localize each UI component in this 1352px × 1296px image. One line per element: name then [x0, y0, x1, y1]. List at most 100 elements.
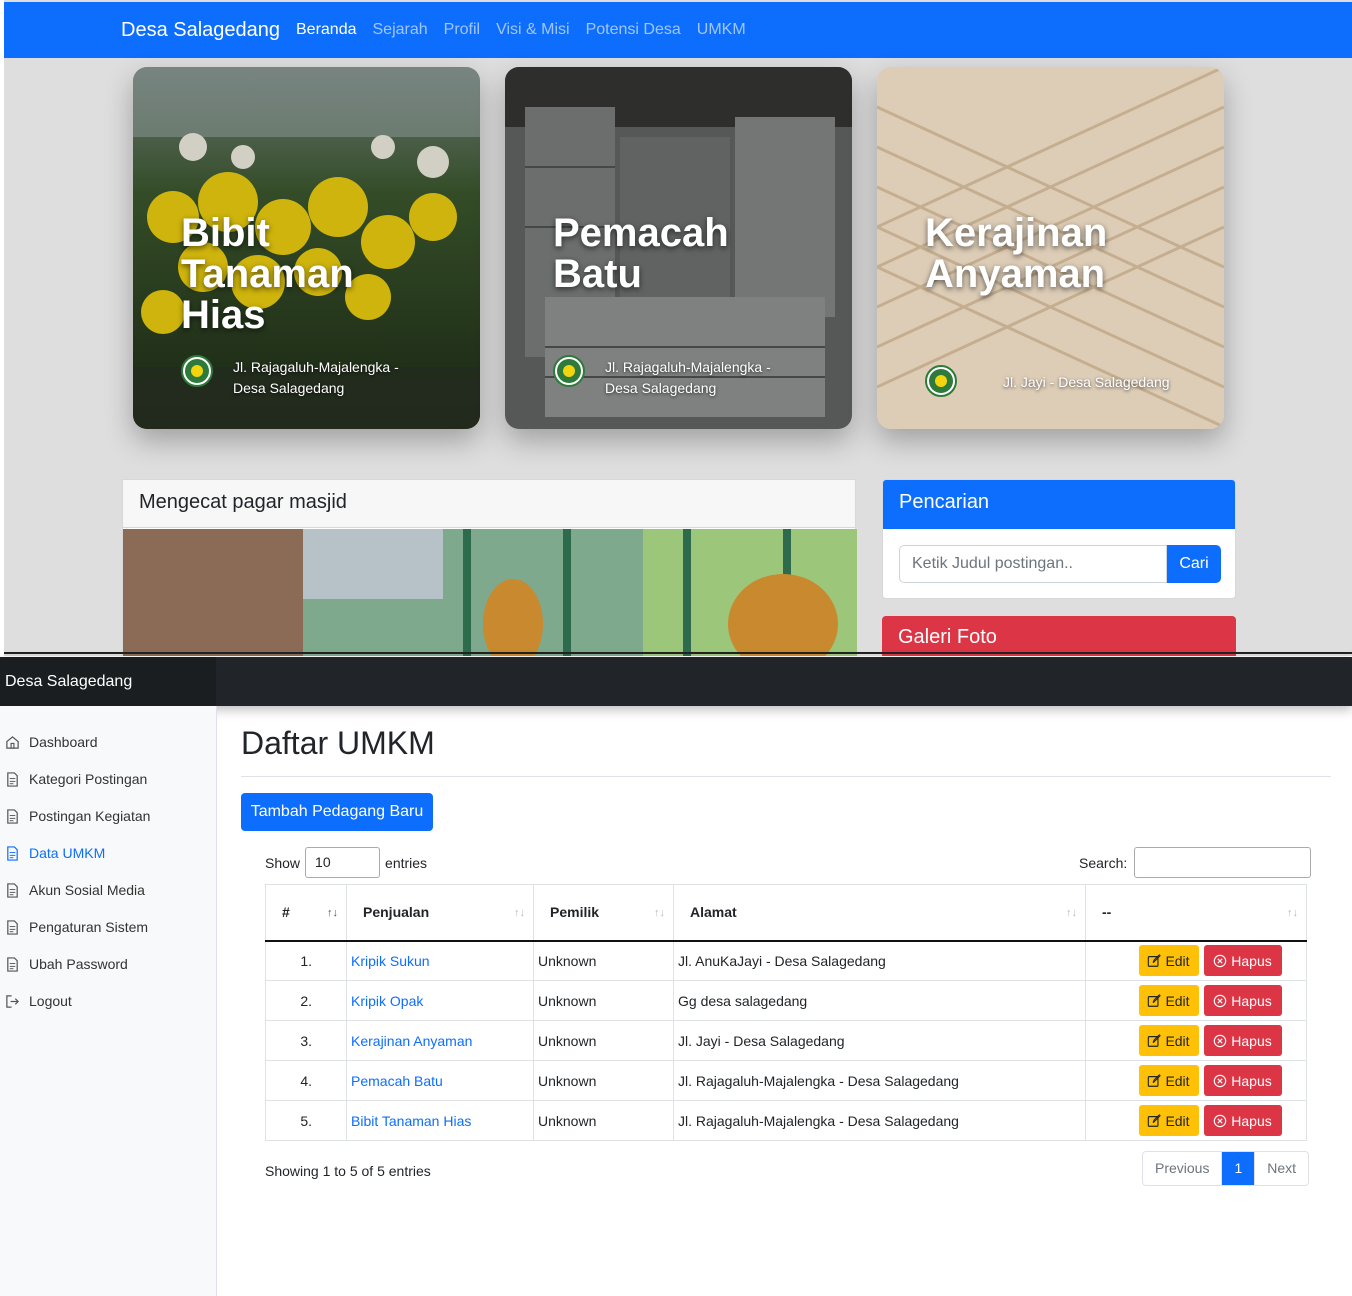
hero-card-pemacah[interactable]: Pemacah Batu Jl. Rajagaluh-Majalengka - …: [505, 67, 852, 429]
show-label: Show: [265, 854, 301, 871]
column-header-pemilik[interactable]: Pemilik ↑↓: [533, 884, 674, 942]
edit-button[interactable]: Edit: [1138, 1025, 1199, 1056]
sidebar-item-ubah-password[interactable]: Ubah Password: [5, 952, 128, 976]
delete-button[interactable]: Hapus: [1203, 945, 1282, 977]
public-site-screenshot: Desa Salagedang Beranda Sejarah Profil V…: [0, 0, 1352, 656]
column-header-actions[interactable]: -- ↑↓: [1085, 884, 1307, 942]
edit-button[interactable]: Edit: [1138, 985, 1199, 1016]
penjualan-link[interactable]: Kripik Opak: [351, 993, 423, 1009]
hero-location: Jl. Rajagaluh-Majalengka - Desa Salageda…: [605, 359, 771, 396]
hero-card-bibit[interactable]: Bibit Tanaman Hias Jl. Rajagaluh-Majalen…: [133, 67, 480, 429]
edit-icon: [1148, 1073, 1162, 1087]
file-icon: [7, 771, 18, 787]
village-logo-icon: [181, 355, 213, 387]
edit-button[interactable]: Edit: [1138, 1065, 1199, 1096]
delete-button[interactable]: Hapus: [1203, 1025, 1282, 1056]
edit-label: Edit: [1165, 992, 1190, 1009]
delete-button[interactable]: Hapus: [1203, 1105, 1282, 1136]
search-button[interactable]: Cari: [1167, 545, 1221, 583]
entries-length: Show 10 entries: [265, 847, 427, 878]
pagination-page-1[interactable]: 1: [1222, 1152, 1256, 1185]
row-number: 4.: [265, 1060, 347, 1101]
row-actions: Edit Hapus: [1085, 940, 1307, 981]
penjualan-link[interactable]: Bibit Tanaman Hias: [351, 1113, 471, 1129]
sidebar-item-dashboard[interactable]: Dashboard: [5, 730, 98, 754]
admin-panel-screenshot: Desa Salagedang Dashboard Kategori Posti…: [0, 657, 1352, 1296]
sidebar-item-akun-sosial[interactable]: Akun Sosial Media: [5, 878, 145, 902]
post-card[interactable]: Mengecat pagar masjid: [122, 479, 857, 656]
nav-beranda[interactable]: Beranda: [296, 21, 357, 39]
row-penjualan: Kripik Opak: [346, 980, 534, 1021]
delete-button[interactable]: Hapus: [1203, 985, 1282, 1016]
row-number: 3.: [265, 1020, 347, 1061]
site-navbar: Desa Salagedang Beranda Sejarah Profil V…: [4, 2, 1352, 58]
row-number: 2.: [265, 980, 347, 1021]
penjualan-link[interactable]: Pemacah Batu: [351, 1073, 443, 1089]
post-title[interactable]: Mengecat pagar masjid: [123, 480, 855, 528]
post-image: [123, 529, 857, 656]
edit-button[interactable]: Edit: [1138, 1105, 1199, 1136]
sidebar-item-logout[interactable]: Logout: [5, 989, 72, 1013]
entries-label: entries: [385, 854, 428, 871]
delete-label: Hapus: [1231, 1112, 1272, 1129]
nav-potensi-desa[interactable]: Potensi Desa: [586, 21, 681, 39]
column-header-penjualan[interactable]: Penjualan ↑↓: [346, 884, 534, 942]
row-alamat: Jl. AnuKaJayi - Desa Salagedang: [673, 940, 1086, 981]
logout-icon: [6, 994, 19, 1008]
row-alamat: Jl. Jayi - Desa Salagedang: [673, 1020, 1086, 1061]
admin-brand[interactable]: Desa Salagedang: [0, 657, 216, 706]
edit-icon: [1148, 1113, 1162, 1127]
sidebar-item-kategori[interactable]: Kategori Postingan: [5, 767, 147, 791]
left-edge: [0, 0, 4, 656]
file-icon: [7, 845, 18, 861]
nav-sejarah[interactable]: Sejarah: [373, 21, 428, 39]
delete-button[interactable]: Hapus: [1203, 1065, 1282, 1096]
column-header-number[interactable]: # ↑↓: [265, 884, 347, 942]
row-pemilik: Unknown: [533, 1060, 674, 1101]
divider: [4, 652, 1352, 654]
site-brand[interactable]: Desa Salagedang: [121, 19, 280, 42]
sidebar-item-data-umkm[interactable]: Data UMKM: [5, 841, 105, 865]
table-search: Search:: [1079, 847, 1312, 878]
village-logo-icon: [553, 355, 585, 387]
nav-profil[interactable]: Profil: [444, 21, 480, 39]
row-penjualan: Pemacah Batu: [346, 1060, 534, 1101]
search-card: Pencarian Ketik Judul postingan.. Cari: [882, 479, 1236, 599]
edit-button[interactable]: Edit: [1138, 945, 1199, 977]
edit-icon: [1148, 1033, 1162, 1047]
entries-select[interactable]: 10: [305, 847, 381, 878]
site-nav-links: Beranda Sejarah Profil Visi & Misi Poten…: [296, 21, 746, 39]
row-penjualan: Kerajinan Anyaman: [346, 1020, 534, 1061]
penjualan-link[interactable]: Kerajinan Anyaman: [351, 1033, 472, 1049]
village-logo-icon: [925, 365, 957, 397]
sidebar-item-pengaturan[interactable]: Pengaturan Sistem: [5, 915, 148, 939]
table-row: 5. Bibit Tanaman Hias Unknown Jl. Rajagaluh…: [265, 1100, 1307, 1141]
sort-asc-icon: ↑↓: [327, 907, 338, 919]
sidebar-item-postingan[interactable]: Postingan Kegiatan: [5, 804, 150, 828]
nav-visi-misi[interactable]: Visi & Misi: [496, 21, 570, 39]
row-pemilik: Unknown: [533, 940, 674, 981]
x-circle-icon: [1214, 994, 1227, 1007]
nav-umkm[interactable]: UMKM: [697, 21, 746, 39]
column-header-alamat[interactable]: Alamat ↑↓: [673, 884, 1086, 942]
add-merchant-button[interactable]: Tambah Pedagang Baru: [241, 793, 433, 831]
table-row: 4. Pemacah Batu Unknown Jl. Rajagaluh-Majal…: [265, 1060, 1307, 1101]
hero-location: Jl. Rajagaluh-Majalengka - Desa Salageda…: [233, 359, 399, 396]
edit-icon: [1148, 953, 1162, 967]
edit-label: Edit: [1165, 952, 1190, 969]
penjualan-link[interactable]: Kripik Sukun: [351, 953, 430, 969]
sidebar-item-label: Postingan Kegiatan: [29, 808, 151, 824]
row-alamat: Jl. Rajagaluh-Majalengka - Desa Salageda…: [673, 1100, 1086, 1141]
row-actions: Edit Hapus: [1085, 1100, 1307, 1141]
umkm-table: # ↑↓ Penjualan ↑↓ Pemilik ↑↓ Alamat ↑↓ -- ↑↓ …: [265, 884, 1307, 1141]
pagination-previous[interactable]: Previous: [1143, 1152, 1223, 1185]
post-search-input[interactable]: Ketik Judul postingan..: [899, 545, 1167, 583]
hero-card-anyaman[interactable]: Kerajinan Anyaman Jl. Jayi - Desa Salage…: [877, 67, 1224, 429]
sidebar-item-label: Ubah Password: [29, 956, 128, 972]
table-search-input[interactable]: [1134, 847, 1312, 878]
pagination-next[interactable]: Next: [1255, 1152, 1308, 1185]
delete-label: Hapus: [1231, 1072, 1272, 1089]
table-row: 1. Kripik Sukun Unknown Jl. AnuKaJayi - Des…: [265, 940, 1307, 981]
page-title: Daftar UMKM: [241, 725, 435, 761]
sidebar-item-label: Pengaturan Sistem: [29, 919, 149, 935]
